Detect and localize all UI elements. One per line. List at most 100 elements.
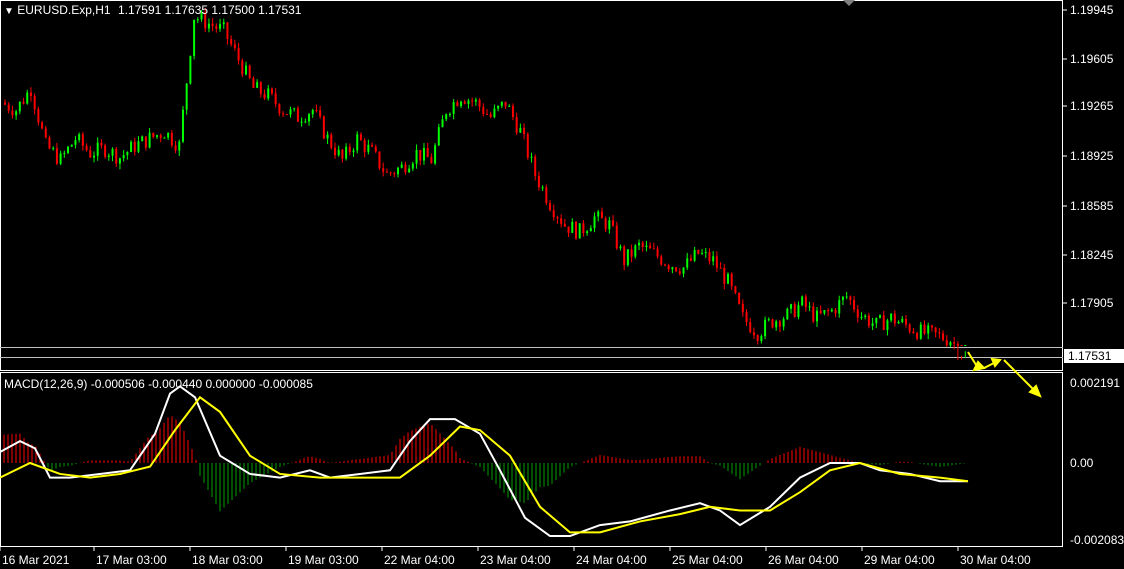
candle-body xyxy=(586,231,589,234)
candle-body xyxy=(230,39,233,45)
candle-body xyxy=(764,319,767,337)
candle-body xyxy=(104,145,107,157)
candle-body xyxy=(174,145,177,151)
candle-body xyxy=(148,132,151,148)
candle-body xyxy=(278,104,281,114)
candle-body xyxy=(808,306,811,308)
candle-body xyxy=(81,134,84,146)
candle-body xyxy=(626,249,629,265)
candle-body xyxy=(671,267,674,270)
candle-body xyxy=(537,175,540,188)
candle-body xyxy=(689,258,692,261)
macd-histogram xyxy=(3,416,965,512)
projection-arrows[interactable] xyxy=(967,351,1042,398)
candle-body xyxy=(908,324,911,332)
candle-body xyxy=(259,82,262,94)
candle-body xyxy=(385,171,388,173)
candle-body xyxy=(756,335,759,342)
candle-body xyxy=(678,271,681,274)
candle-body xyxy=(107,155,110,157)
candle-body xyxy=(322,116,325,139)
scroll-marker[interactable] xyxy=(843,0,855,6)
candle-body xyxy=(426,147,429,158)
candle-body xyxy=(15,111,18,116)
candle-body xyxy=(434,145,437,164)
candle-body xyxy=(467,100,470,104)
time-tick-label: 24 Mar 04:00 xyxy=(576,553,647,567)
candle-body xyxy=(207,23,210,29)
candle-body xyxy=(827,310,830,312)
candle-body xyxy=(563,223,566,227)
candle-body xyxy=(619,246,622,249)
candle-body xyxy=(378,151,381,169)
candle-body xyxy=(4,102,6,105)
candle-body xyxy=(193,19,196,56)
candle-body xyxy=(345,146,348,159)
candle-body xyxy=(634,245,637,257)
candle-body xyxy=(430,157,433,164)
macd-tick-label: 0.002191 xyxy=(1070,376,1121,390)
candle-body xyxy=(59,153,62,164)
candle-body xyxy=(89,150,92,158)
candle-body xyxy=(196,19,199,21)
candle-body xyxy=(419,149,422,161)
candle-body xyxy=(612,220,615,226)
candle-body xyxy=(556,217,559,219)
candle-body xyxy=(574,221,577,239)
candle-body xyxy=(949,342,952,346)
candle-body xyxy=(285,114,288,116)
candle-body xyxy=(411,163,414,169)
candle-body xyxy=(267,88,270,99)
candle-body xyxy=(330,134,333,148)
candle-body xyxy=(834,309,837,314)
current-price-label: 1.17531 xyxy=(1064,349,1124,363)
candle-body xyxy=(55,148,58,164)
candle-body xyxy=(404,164,407,173)
candle-body xyxy=(508,105,511,107)
chart-window[interactable]: ▼ EURUSD.Exp,H1 1.17591 1.17635 1.17500 … xyxy=(0,0,1124,569)
candle-body xyxy=(460,101,463,107)
candle-body xyxy=(760,336,763,342)
candle-body xyxy=(33,96,36,110)
candle-body xyxy=(422,147,425,161)
macd-tick-label: -0.002083 xyxy=(1070,533,1124,547)
candle-body xyxy=(463,101,466,104)
candle-body xyxy=(641,242,644,248)
candle-body xyxy=(326,134,329,139)
chart-canvas[interactable] xyxy=(0,0,1124,569)
candle-body xyxy=(864,315,867,317)
candle-body xyxy=(519,127,522,133)
candle-body xyxy=(44,128,47,138)
candle-body xyxy=(167,132,170,138)
candle-body xyxy=(571,221,574,233)
candle-body xyxy=(819,310,822,314)
candle-body xyxy=(363,140,366,152)
candle-body xyxy=(156,135,159,137)
candle-body xyxy=(797,305,800,317)
candle-body xyxy=(727,273,729,284)
candle-body xyxy=(111,148,114,156)
time-tick-label: 17 Mar 03:00 xyxy=(96,553,167,567)
candle-body xyxy=(560,218,563,224)
candle-body xyxy=(382,168,385,172)
candle-body xyxy=(953,342,956,344)
candle-body xyxy=(456,102,459,107)
candle-body xyxy=(904,318,907,325)
time-tick-label: 23 Mar 04:00 xyxy=(480,553,551,567)
candle-body xyxy=(219,24,222,29)
candle-body xyxy=(523,127,526,135)
candle-body xyxy=(452,102,455,114)
time-tick-label: 25 Mar 04:00 xyxy=(672,553,743,567)
candle-body xyxy=(486,114,488,116)
candle-body xyxy=(630,249,633,257)
candle-body xyxy=(296,108,299,122)
candle-body xyxy=(879,315,882,318)
candle-body xyxy=(337,149,340,156)
macd-main-line xyxy=(0,385,968,538)
candle-body xyxy=(652,248,655,250)
candle-body xyxy=(897,321,900,324)
candle-body xyxy=(871,323,874,326)
candle-body xyxy=(704,252,707,254)
collapse-triangle-icon[interactable]: ▼ xyxy=(4,6,14,17)
candle-body xyxy=(67,146,70,153)
